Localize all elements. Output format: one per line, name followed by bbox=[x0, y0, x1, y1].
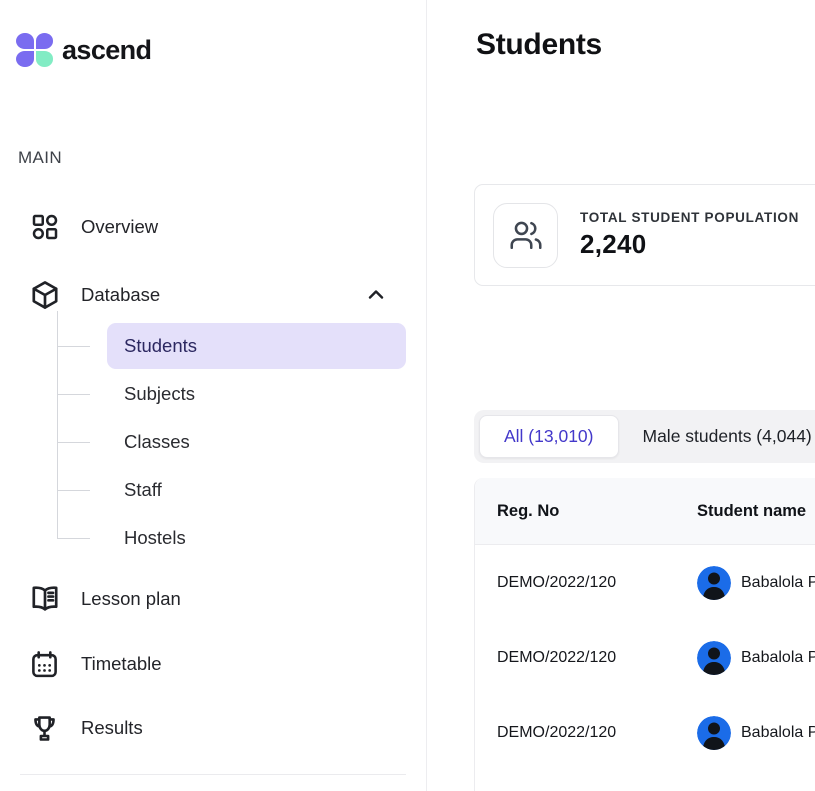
tab-label: Male students (4,044) bbox=[643, 426, 812, 447]
tab-label: All (13,010) bbox=[504, 426, 594, 447]
sidebar-item-staff[interactable]: Staff bbox=[107, 467, 406, 513]
sidebar: ascend MAIN Overview Database bbox=[0, 0, 427, 791]
reg-no-cell: DEMO/2022/120 bbox=[475, 574, 697, 592]
subnav-label: Hostels bbox=[124, 527, 186, 549]
sidebar-item-lesson-plan[interactable]: Lesson plan bbox=[28, 575, 408, 623]
stat-value: 2,240 bbox=[580, 229, 799, 260]
stat-icon-box bbox=[493, 203, 558, 268]
stat-label: TOTAL STUDENT POPULATION bbox=[580, 210, 799, 225]
tab-male-students[interactable]: Male students (4,044) bbox=[619, 415, 815, 458]
reg-no-cell: DEMO/2022/120 bbox=[475, 649, 697, 667]
sidebar-item-students[interactable]: Students bbox=[107, 323, 406, 369]
sidebar-divider bbox=[20, 774, 406, 775]
student-name-cell: Babalola P bbox=[741, 724, 815, 742]
results-trophy-icon bbox=[28, 712, 61, 745]
brand-logo: ascend bbox=[16, 33, 151, 67]
table-header-row: Reg. No Student name bbox=[475, 478, 815, 545]
sidebar-item-label: Database bbox=[81, 284, 160, 306]
student-avatar bbox=[697, 641, 731, 675]
student-filter-tabs: All (13,010) Male students (4,044) bbox=[474, 410, 815, 463]
chevron-up-icon[interactable] bbox=[364, 283, 388, 307]
page-title: Students bbox=[476, 28, 602, 62]
total-students-stat-card: TOTAL STUDENT POPULATION 2,240 bbox=[474, 184, 815, 286]
column-header-reg-no: Reg. No bbox=[475, 502, 697, 521]
users-icon bbox=[508, 217, 544, 253]
sidebar-item-hostels[interactable]: Hostels bbox=[107, 515, 406, 561]
sidebar-item-label: Overview bbox=[81, 216, 158, 238]
reg-no-cell: DEMO/2022/120 bbox=[475, 724, 697, 742]
student-avatar bbox=[697, 566, 731, 600]
table-row[interactable]: DEMO/2022/120 Babalola P bbox=[475, 545, 815, 620]
students-table: Reg. No Student name DEMO/2022/120 Babal… bbox=[474, 478, 815, 791]
database-cube-icon bbox=[28, 279, 61, 312]
sidebar-item-label: Lesson plan bbox=[81, 588, 181, 610]
sidebar-item-classes[interactable]: Classes bbox=[107, 419, 406, 465]
student-name-cell: Babalola P bbox=[741, 649, 815, 667]
brand-name: ascend bbox=[62, 35, 151, 66]
sidebar-item-subjects[interactable]: Subjects bbox=[107, 371, 406, 417]
sidebar-item-results[interactable]: Results bbox=[28, 704, 408, 752]
student-avatar bbox=[697, 716, 731, 750]
subnav-label: Subjects bbox=[124, 383, 195, 405]
table-row[interactable]: DEMO/2022/120 Babalola P bbox=[475, 620, 815, 695]
subnav-label: Classes bbox=[124, 431, 190, 453]
ascend-logo-icon bbox=[16, 33, 53, 67]
sidebar-item-label: Timetable bbox=[81, 653, 162, 675]
column-header-student-name: Student name bbox=[697, 502, 806, 521]
sidebar-item-label: Results bbox=[81, 717, 143, 739]
sidebar-item-timetable[interactable]: Timetable bbox=[28, 640, 408, 688]
subnav-label: Students bbox=[124, 335, 197, 357]
student-name-cell: Babalola P bbox=[741, 574, 815, 592]
subnav-label: Staff bbox=[124, 479, 162, 501]
sidebar-item-database[interactable]: Database bbox=[28, 271, 408, 319]
overview-grid-icon bbox=[28, 211, 61, 244]
lesson-plan-book-icon bbox=[28, 583, 61, 616]
table-row[interactable]: DEMO/2022/120 Babalola P bbox=[475, 695, 815, 770]
timetable-calendar-icon bbox=[28, 648, 61, 681]
tab-all-students[interactable]: All (13,010) bbox=[479, 415, 619, 458]
nav-section-label: MAIN bbox=[18, 148, 62, 168]
sidebar-item-overview[interactable]: Overview bbox=[28, 203, 408, 251]
main-content: Students TOTAL STUDENT POPULATION 2,240 … bbox=[427, 0, 815, 791]
